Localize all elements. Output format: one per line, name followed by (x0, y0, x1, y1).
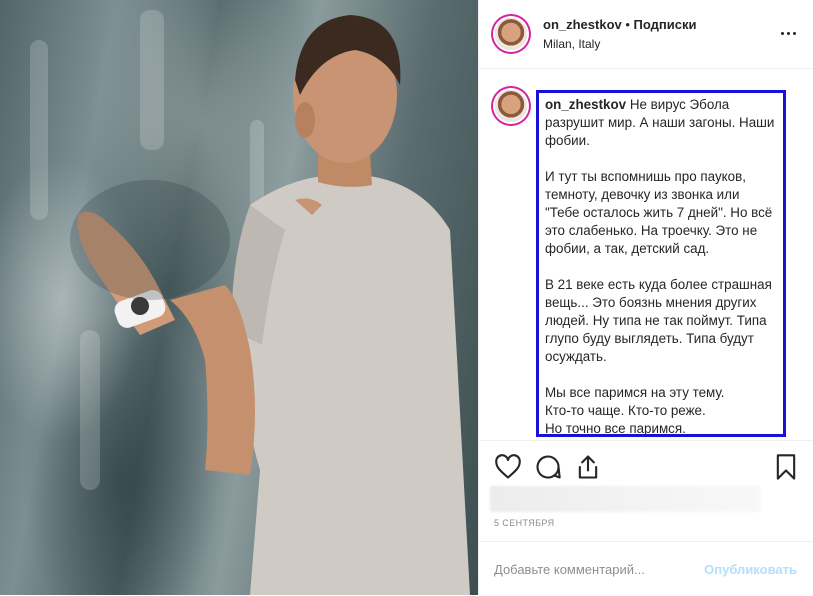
location-link[interactable]: Milan, Italy (543, 37, 600, 51)
post-photo[interactable] (0, 0, 478, 595)
publish-button[interactable]: Опубликовать (704, 562, 797, 577)
follow-button[interactable]: Подписки (634, 17, 697, 32)
heart-icon[interactable] (494, 453, 522, 481)
man-figure (70, 15, 470, 595)
separator-dot: • (621, 17, 634, 32)
post-header: on_zhestkov • Подписки Milan, Italy (479, 0, 813, 69)
bookmark-icon[interactable] (772, 453, 800, 481)
post-date: 5 СЕНТЯБРЯ (494, 518, 555, 528)
avatar[interactable] (495, 18, 527, 50)
comment-input[interactable] (494, 562, 694, 577)
caption-username-link[interactable]: on_zhestkov (545, 97, 626, 112)
more-icon[interactable] (778, 23, 798, 43)
header-user-line: on_zhestkov • Подписки (543, 17, 696, 32)
caption-paragraph-4: Мы все паримся на эту тему. Кто-то чаще.… (545, 385, 725, 436)
caption-avatar[interactable] (495, 90, 527, 122)
username-link[interactable]: on_zhestkov (543, 17, 622, 32)
share-icon[interactable] (574, 453, 602, 481)
caption: on_zhestkov Не вирус Эбола разрушит мир.… (536, 90, 786, 437)
caption-paragraph-2: И тут ты вспомнишь про пауков, темноту, … (545, 169, 773, 256)
caption-paragraph-3: В 21 веке есть куда более страшная вещь.… (545, 277, 772, 364)
likes-blurred (490, 486, 760, 512)
caption-paragraph-1: on_zhestkov Не вирус Эбола разрушит мир.… (545, 96, 777, 150)
add-comment-section: Опубликовать (478, 541, 813, 596)
comment-icon[interactable] (534, 453, 562, 481)
